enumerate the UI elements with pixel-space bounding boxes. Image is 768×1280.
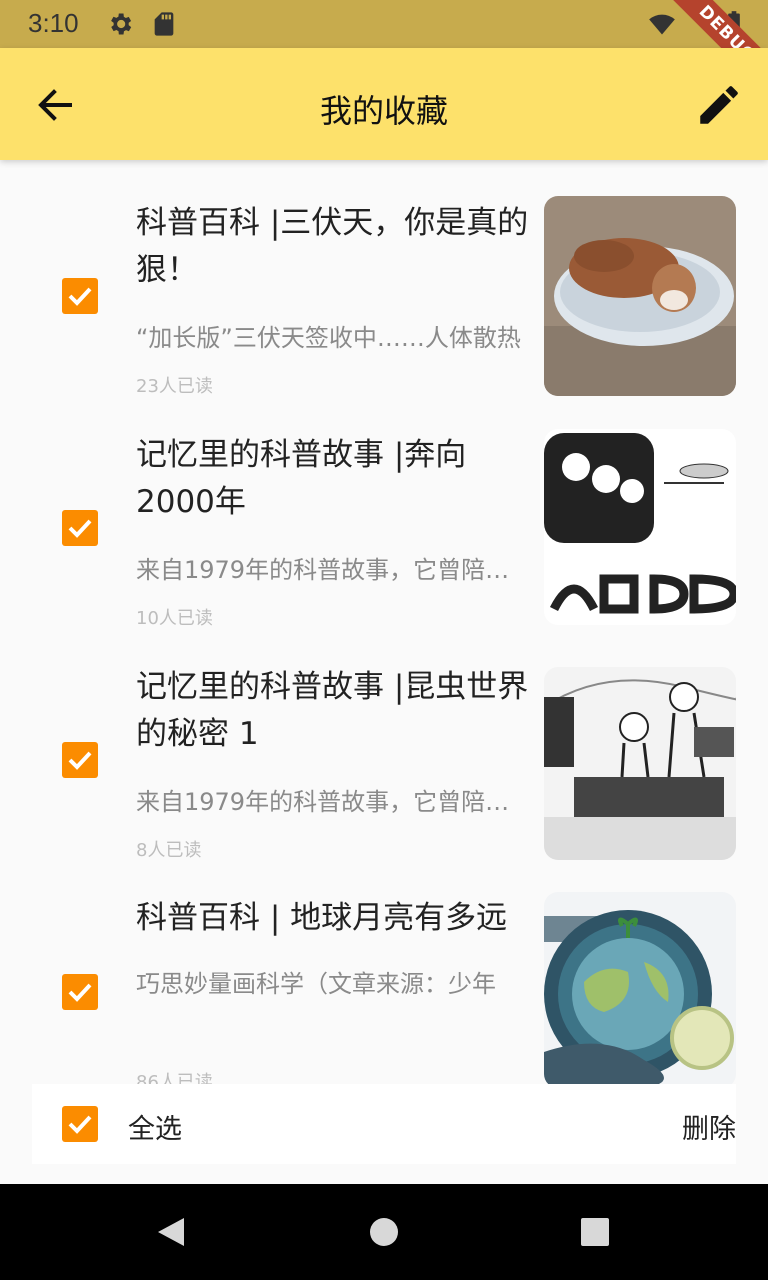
pencil-icon[interactable] xyxy=(694,80,744,130)
wifi-icon xyxy=(649,14,675,35)
nav-home-icon[interactable] xyxy=(369,1217,399,1247)
bottom-action-bar: 全选 删除 xyxy=(32,1084,736,1164)
item-thumbnail xyxy=(544,429,736,625)
list-item[interactable]: 科普百科 | 地球月亮有多远 巧思妙量画科学（文章来源：少年 86人已读 xyxy=(0,856,768,1084)
sd-card-icon xyxy=(154,12,174,36)
nav-back-icon[interactable] xyxy=(154,1216,186,1248)
item-title: 科普百科 | 地球月亮有多远 xyxy=(136,900,508,936)
delete-button[interactable]: 删除 xyxy=(682,1107,736,1146)
list-item[interactable]: 记忆里的科普故事 |昆虫世界的秘密 1 来自1979年的科普故事，它曾陪伴了 8… xyxy=(0,624,768,861)
list-item[interactable]: 记忆里的科普故事 |奔向2000年 来自1979年的科普故事，它曾陪伴了 10人… xyxy=(0,392,768,629)
check-icon xyxy=(68,751,92,770)
item-checkbox[interactable] xyxy=(62,278,98,314)
check-icon xyxy=(68,1115,92,1134)
status-time: 3:10 xyxy=(28,8,79,38)
item-title: 科普百科 |三伏天，你是真的狠！ xyxy=(136,205,529,288)
item-thumbnail xyxy=(544,892,736,1084)
select-all-checkbox[interactable] xyxy=(62,1106,98,1142)
item-title: 记忆里的科普故事 |昆虫世界的秘密 1 xyxy=(136,669,529,752)
status-bar: 3:10 DEBUG xyxy=(0,0,768,105)
favorites-list[interactable]: 科普百科 |三伏天，你是真的狠！ “加长版”三伏天签收中……人体散热 23人已读… xyxy=(0,160,768,1084)
list-item[interactable]: 科普百科 |三伏天，你是真的狠！ “加长版”三伏天签收中……人体散热 23人已读 xyxy=(0,160,768,397)
item-checkbox[interactable] xyxy=(62,510,98,546)
check-icon xyxy=(68,983,92,1002)
item-thumbnail xyxy=(544,196,736,396)
item-read-count: 86人已读 xyxy=(136,1072,213,1084)
item-title: 记忆里的科普故事 |奔向2000年 xyxy=(136,437,467,520)
item-description: 来自1979年的科普故事，它曾陪伴了 xyxy=(136,788,532,816)
system-nav-bar xyxy=(0,1184,768,1280)
item-checkbox[interactable] xyxy=(62,742,98,778)
nav-recents-icon[interactable] xyxy=(580,1217,610,1247)
check-icon xyxy=(68,287,92,306)
item-description: 来自1979年的科普故事，它曾陪伴了 xyxy=(136,556,532,584)
item-checkbox[interactable] xyxy=(62,974,98,1010)
select-all-label[interactable]: 全选 xyxy=(128,1107,182,1146)
item-description: “加长版”三伏天签收中……人体散热 xyxy=(136,324,521,352)
item-thumbnail xyxy=(544,667,736,860)
page-title: 我的收藏 xyxy=(319,92,448,130)
item-description: 巧思妙量画科学（文章来源：少年 xyxy=(136,970,496,998)
app-bar: 我的收藏 xyxy=(0,48,768,160)
check-icon xyxy=(68,519,92,538)
settings-icon xyxy=(111,13,132,35)
